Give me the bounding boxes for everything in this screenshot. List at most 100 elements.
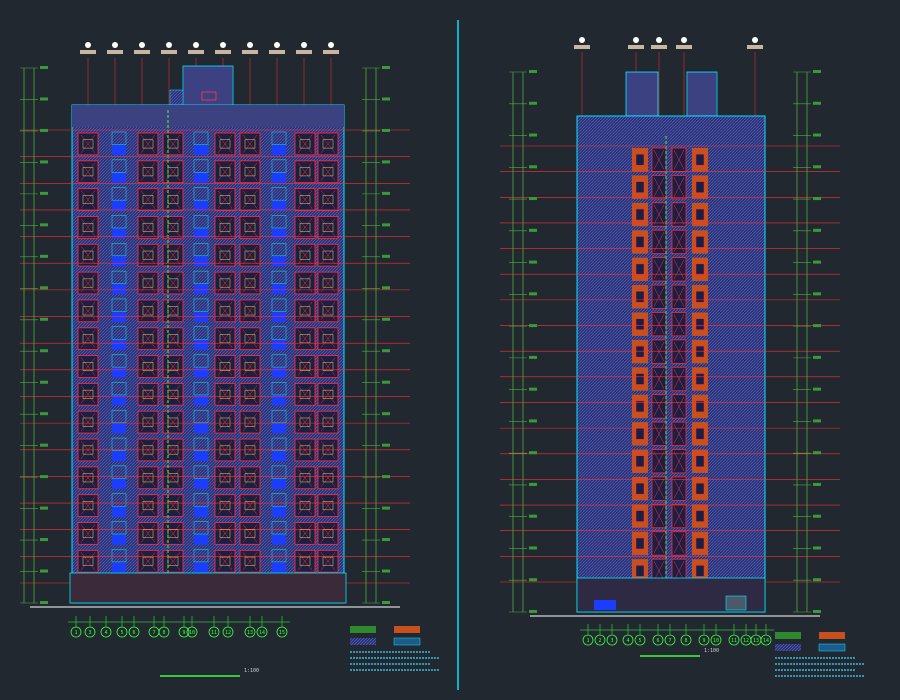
left-dim-l-elev-mark	[40, 569, 48, 573]
right-facade	[576, 115, 766, 613]
right-dim-r-elev-mark	[813, 228, 821, 232]
right-dim-r-elev-mark	[813, 387, 821, 391]
right-small-window	[635, 181, 645, 193]
left-index-marker	[247, 42, 253, 48]
left-balcony-panel	[112, 367, 126, 378]
right-index-marker	[579, 37, 585, 43]
right-small-window	[635, 455, 645, 467]
right-dim-r-elev-mark	[813, 133, 821, 137]
right-dim-r-elev-mark	[813, 578, 821, 582]
left-legend-swatch-cyan	[393, 637, 421, 646]
right-small-window	[635, 236, 645, 248]
right-dim-l-elev-mark	[529, 133, 537, 137]
right-dim-l-elev-mark	[529, 101, 537, 105]
left-dim-l-elev-mark	[40, 601, 48, 604]
right-small-window	[695, 428, 705, 440]
left-balcony-panel	[272, 423, 286, 434]
left-balcony-panel	[112, 228, 126, 239]
left-balcony-panel	[194, 451, 208, 462]
elevation-drawing: 1 3 4 5 6 7 8 9 10 11 12 13 14 15 1 2 3 4 5 6 7 8 9 10 11 12 13 14…	[20, 20, 865, 690]
right-small-window	[635, 565, 645, 577]
left-index-text	[188, 50, 204, 54]
left-balcony-panel	[194, 562, 208, 573]
right-small-window	[635, 537, 645, 550]
right-small-window	[695, 153, 705, 166]
left-balcony-panel	[194, 423, 208, 434]
right-index-marker	[656, 37, 662, 43]
left-balcony-panel	[194, 367, 208, 378]
right-small-window	[695, 318, 705, 330]
left-balcony-panel	[194, 228, 208, 239]
left-balcony-panel	[272, 312, 286, 322]
left-axis-label: 15	[279, 630, 285, 636]
left-index-marker	[328, 42, 334, 48]
left-dim-r-elev-mark	[382, 254, 390, 258]
right-dim-l-elev-mark	[529, 70, 537, 73]
right-index-text	[747, 45, 763, 49]
left-axis-label: 13	[247, 630, 253, 636]
left-balcony-panel	[272, 340, 286, 350]
right-elevation-title: 1:100	[640, 648, 719, 657]
left-dim-r-elev-mark	[382, 66, 390, 69]
left-index-marker	[112, 42, 118, 48]
right-entrance-left	[594, 600, 616, 610]
right-axis-label: 2	[598, 638, 601, 644]
left-balcony-panel	[112, 173, 126, 183]
right-dim-r-elev-mark	[813, 514, 821, 518]
right-small-window	[635, 373, 645, 385]
left-balcony-panel	[112, 479, 126, 489]
left-balcony-panel	[112, 256, 126, 267]
right-dim-l-elev-mark	[529, 165, 537, 169]
right-small-window	[635, 263, 645, 276]
left-balcony-panel	[112, 534, 126, 545]
left-roof-box	[169, 89, 184, 107]
right-dim-l-elev-mark	[529, 514, 537, 518]
left-balcony-panel	[272, 173, 286, 183]
left-dim-r-elev-mark	[382, 538, 390, 542]
left-balcony-panel	[272, 479, 286, 489]
right-dim-r-elev-mark	[813, 610, 821, 613]
left-index-marker	[193, 42, 199, 48]
left-axis-label: 6	[132, 630, 135, 636]
right-dim-l-elev-mark	[529, 324, 537, 328]
right-small-window	[635, 510, 645, 522]
right-dim-r-elev-mark	[813, 70, 821, 73]
left-balcony-panel	[272, 451, 286, 462]
right-dim-l-elev-mark	[529, 546, 537, 550]
right-axis-label: 6	[656, 638, 659, 644]
right-dim-l-elev-mark	[529, 387, 537, 391]
left-dim-r-elev-mark	[382, 443, 390, 447]
left-balcony-panel	[272, 395, 286, 406]
right-axis-label: 4	[626, 638, 629, 644]
left-dim-r-elev-mark	[382, 128, 390, 132]
right-legend-swatch-green	[775, 632, 801, 639]
left-dim-r-elev-mark	[382, 601, 390, 604]
left-index-text	[242, 50, 258, 54]
left-dim-l-elev-mark	[40, 66, 48, 69]
cad-drawing-canvas[interactable]: 1 3 4 5 6 7 8 9 10 11 12 13 14 15 1 2 3 4 5 6 7 8 9 10 11 12 13 14…	[0, 0, 900, 700]
right-small-window	[695, 510, 705, 522]
right-dim-l-elev-mark	[529, 578, 537, 582]
left-balcony-panel	[194, 173, 208, 183]
right-dim-r-elev-mark	[813, 451, 821, 455]
left-balcony-panel	[112, 284, 126, 295]
right-index-text	[574, 45, 590, 49]
right-small-window	[635, 291, 645, 303]
right-small-window	[695, 208, 705, 221]
right-index-text	[676, 45, 692, 49]
left-balcony-panel	[112, 507, 126, 517]
right-axis-label: 5	[638, 638, 641, 644]
left-balcony-panel	[194, 534, 208, 545]
left-dim-l-elev-mark	[40, 380, 48, 384]
right-axis-label: 11	[731, 638, 737, 644]
left-dim-r-elev-mark	[382, 506, 390, 510]
left-balcony-panel	[272, 256, 286, 267]
right-small-window	[695, 181, 705, 193]
left-balcony-panel	[194, 145, 208, 156]
left-axis-label: 4	[104, 630, 107, 636]
left-balcony-panel	[112, 423, 126, 434]
left-balcony-panel	[194, 395, 208, 406]
right-dim-r-elev-mark	[813, 355, 821, 359]
left-dim-l-elev-mark	[40, 223, 48, 227]
left-dim-r-elev-mark	[382, 380, 390, 384]
